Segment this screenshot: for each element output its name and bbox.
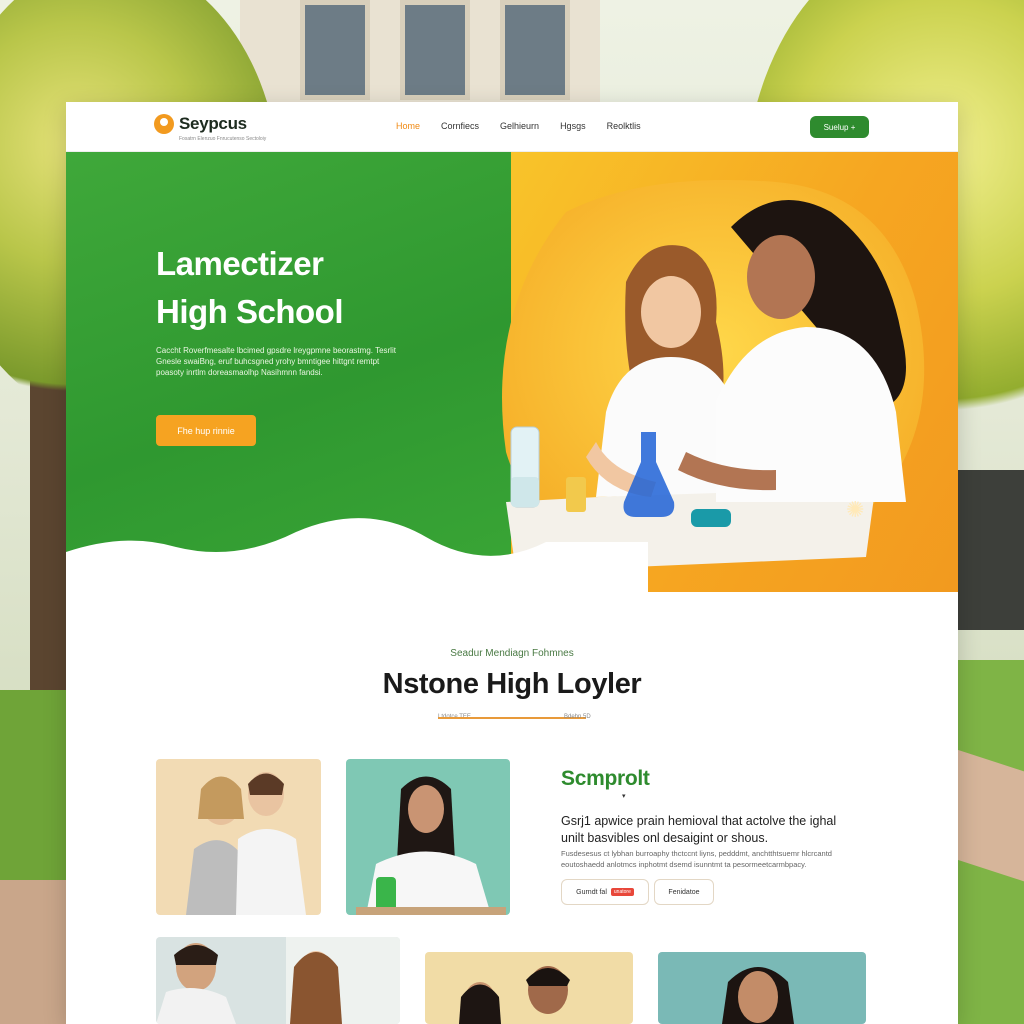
chip-1-badge: unatore	[610, 888, 634, 896]
feature-chip-2[interactable]: Fenidatoe	[654, 879, 714, 905]
lawn-left	[0, 690, 70, 900]
brand-name: Seypcus	[179, 114, 247, 133]
path-left	[0, 880, 70, 1024]
divider-label-right: Bdehn 5D	[564, 714, 591, 720]
nav-item-2[interactable]: Cornfiecs	[441, 121, 479, 131]
building-window	[400, 0, 470, 100]
chip-1-label: Gurndt fal	[576, 888, 607, 896]
header-cta-label: Suelup +	[823, 122, 856, 132]
building-window	[500, 0, 570, 100]
photo-student-portrait	[658, 952, 866, 1024]
path-right	[954, 748, 1024, 882]
site-header: Seypcus Fosatrn Elenzuo Fnrucutenso Sect…	[66, 102, 958, 152]
main-nav: Home Cornfiecs Gelhieurn Hgsgs Reolktlis	[396, 121, 641, 131]
feature-body: Fusdesesus ct lybhan burroaphy thctccnt …	[561, 849, 832, 869]
school-building	[240, 0, 600, 110]
hero-section: Lamectizer High School Caccht Roverfmesa…	[66, 152, 958, 622]
feature-lead: Gsrj1 apwice prain hemioval that actolve…	[561, 814, 837, 845]
building-window	[300, 0, 370, 100]
brand-logo[interactable]: Seypcus	[154, 114, 247, 134]
section-eyebrow: Seadur Mendiagn Fohmnes	[450, 648, 574, 659]
website-page: Seypcus Fosatrn Elenzuo Fnrucutenso Sect…	[66, 102, 958, 1024]
nav-item-home[interactable]: Home	[396, 121, 420, 131]
sparkle-icon: ✺	[846, 497, 865, 522]
nav-item-5[interactable]: Reolktlis	[607, 121, 641, 131]
chip-2-label: Fenidatoe	[668, 888, 700, 896]
building-wall-right	[954, 470, 1024, 630]
photo-lab-group	[156, 937, 400, 1024]
section-title: Nstone High Loyler	[382, 668, 642, 700]
feature-title: Scmprolt	[561, 767, 650, 790]
hero-title-line-2: High School	[156, 293, 344, 330]
header-cta-button[interactable]: Suelup +	[810, 116, 869, 138]
flame-logo-icon	[154, 114, 174, 134]
brand-tagline: Fosatrn Elenzuo Fnrucutenso Sectoloiy	[179, 136, 267, 142]
hero-title-line-1: Lamectizer	[156, 245, 324, 282]
photo-student-flask	[346, 759, 510, 915]
caret-down-icon: ▾	[622, 793, 626, 800]
hero-cta-label: Fhe hup rinnie	[177, 425, 235, 436]
photo-students-pair	[156, 759, 321, 915]
hero-title: Lamectizer High School	[156, 240, 456, 336]
nav-item-4[interactable]: Hgsgs	[560, 121, 586, 131]
photo-study-group	[425, 952, 633, 1024]
feature-chip-1[interactable]: Gurndt fal unatore	[561, 879, 649, 905]
hero-description: Caccht Roverfmesalte lbcimed gpsdre lrey…	[156, 346, 396, 377]
nav-item-3[interactable]: Gelhieurn	[500, 121, 539, 131]
hero-wave-divider	[66, 518, 958, 622]
hero-cta-button[interactable]: Fhe hup rinnie	[156, 415, 256, 446]
